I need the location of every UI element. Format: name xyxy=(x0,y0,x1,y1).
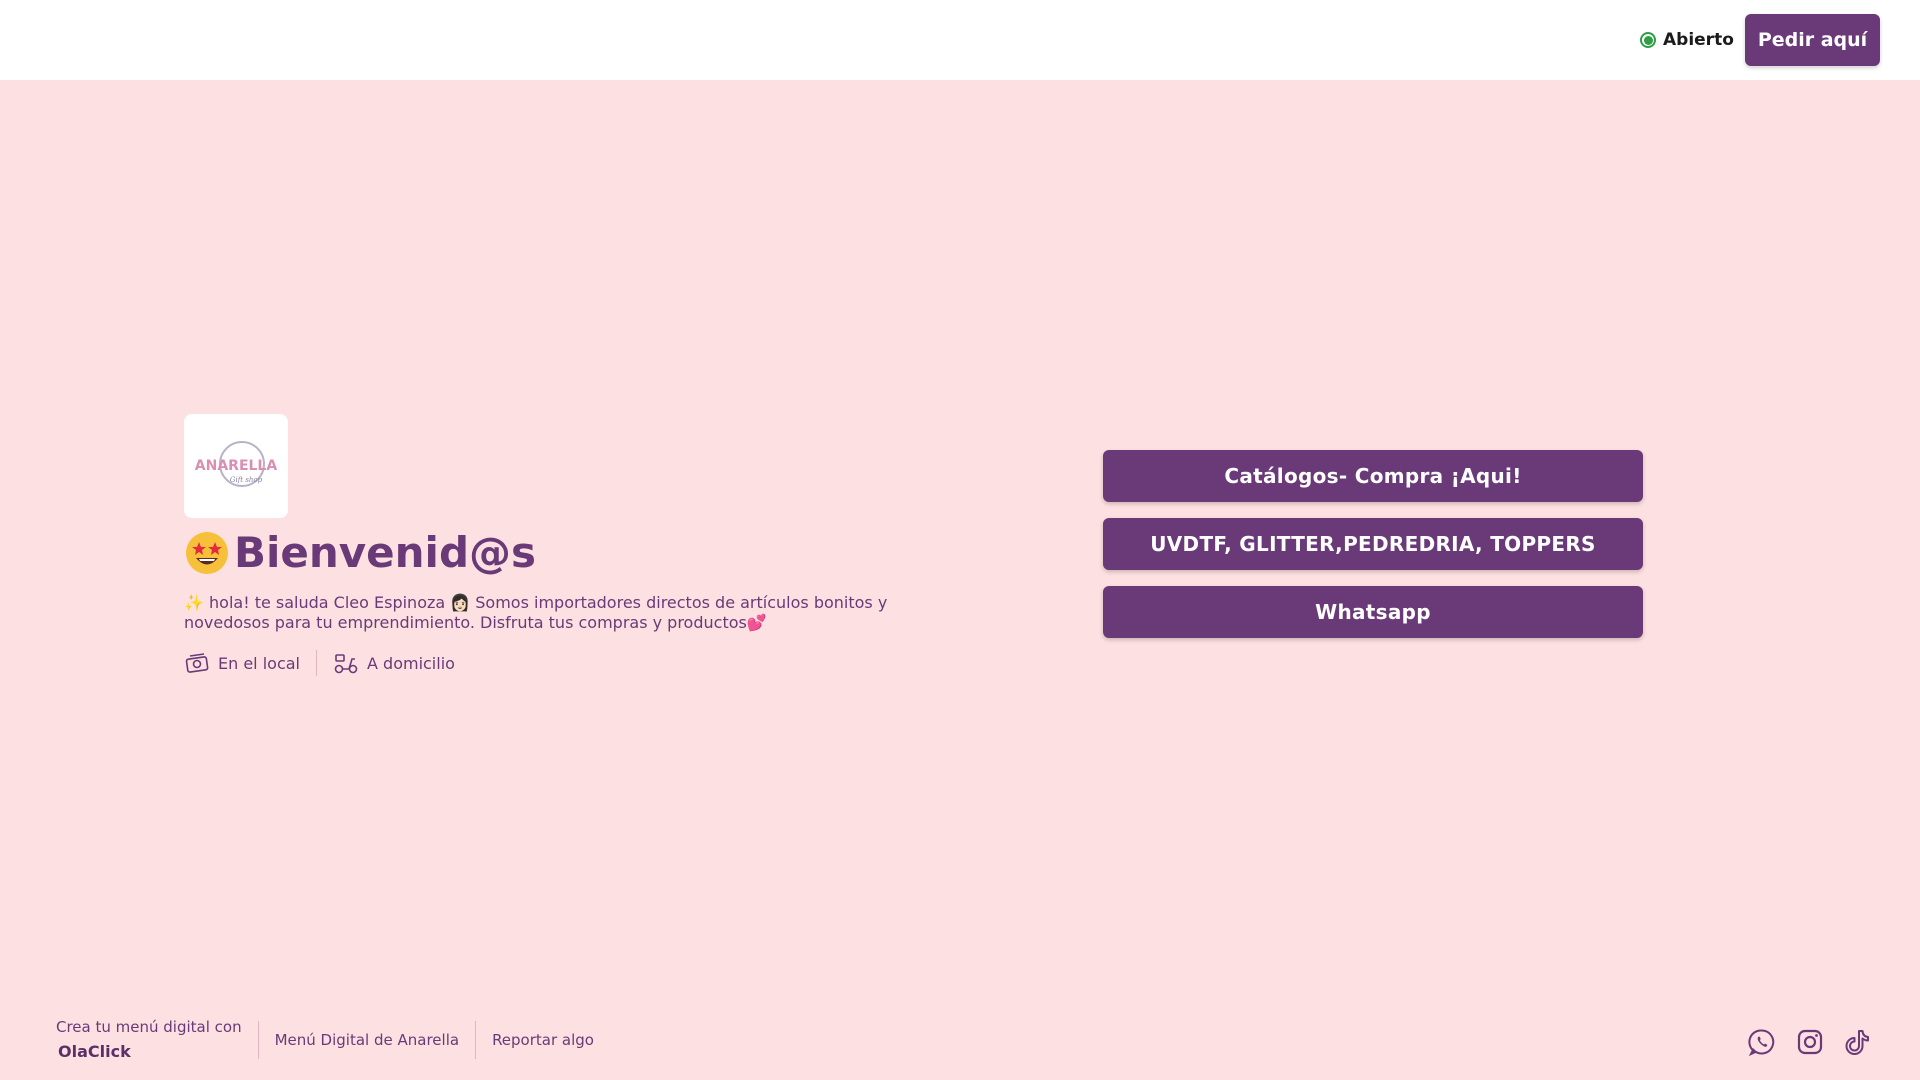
status-label: Abierto xyxy=(1663,30,1734,50)
svg-text:ANARELLA: ANARELLA xyxy=(195,458,278,474)
title-text: Bienvenid@s xyxy=(234,528,537,577)
whatsapp-link-button[interactable]: Whatsapp xyxy=(1103,586,1643,638)
scooter-icon xyxy=(334,654,358,674)
tiktok-icon[interactable] xyxy=(1844,1028,1872,1056)
service-delivery: A domicilio xyxy=(333,651,455,675)
footer-promo[interactable]: Crea tu menú digital con OlaClick xyxy=(56,1018,242,1061)
svg-text:Gift shop: Gift shop xyxy=(230,476,263,484)
status-dot-icon xyxy=(1640,32,1656,48)
instagram-icon[interactable] xyxy=(1796,1028,1824,1056)
olaclick-logo[interactable]: OlaClick xyxy=(56,1042,242,1061)
star-struck-emoji-icon xyxy=(186,531,228,574)
report-link[interactable]: Reportar algo xyxy=(492,1031,594,1049)
footer: Crea tu menú digital con OlaClick Menú D… xyxy=(56,1018,594,1061)
uvdtf-link-button[interactable]: UVDTF, GLITTER,PEDREDRIA, TOPPERS xyxy=(1103,518,1643,570)
store-description: ✨ hola! te saluda Cleo Espinoza 👩🏻 Somos… xyxy=(184,593,888,632)
service-options: En el local A domicilio xyxy=(184,650,455,676)
catalog-link-button[interactable]: Catálogos- Compra ¡Aqui! xyxy=(1103,450,1643,502)
link-buttons: Catálogos- Compra ¡Aqui! UVDTF, GLITTER,… xyxy=(1103,450,1643,638)
order-here-button[interactable]: Pedir aquí xyxy=(1745,14,1880,66)
anarella-logo-icon: ANARELLA Gift shop xyxy=(195,441,278,487)
service-label: En el local xyxy=(218,653,300,673)
social-links xyxy=(1748,1028,1872,1057)
storefront-icon xyxy=(185,653,209,673)
divider xyxy=(257,1020,259,1059)
divider xyxy=(316,650,317,676)
service-label: A domicilio xyxy=(367,653,455,673)
service-dine-in: En el local xyxy=(184,651,300,675)
menu-link[interactable]: Menú Digital de Anarella xyxy=(275,1031,459,1049)
divider xyxy=(475,1020,477,1059)
open-status-badge: Abierto xyxy=(1630,14,1744,66)
promo-text: Crea tu menú digital con xyxy=(56,1018,242,1036)
whatsapp-icon[interactable] xyxy=(1748,1028,1776,1057)
store-logo: ANARELLA Gift shop xyxy=(184,414,288,518)
top-bar: Abierto Pedir aquí xyxy=(0,0,1920,80)
page-title: Bienvenid@s xyxy=(184,528,536,577)
